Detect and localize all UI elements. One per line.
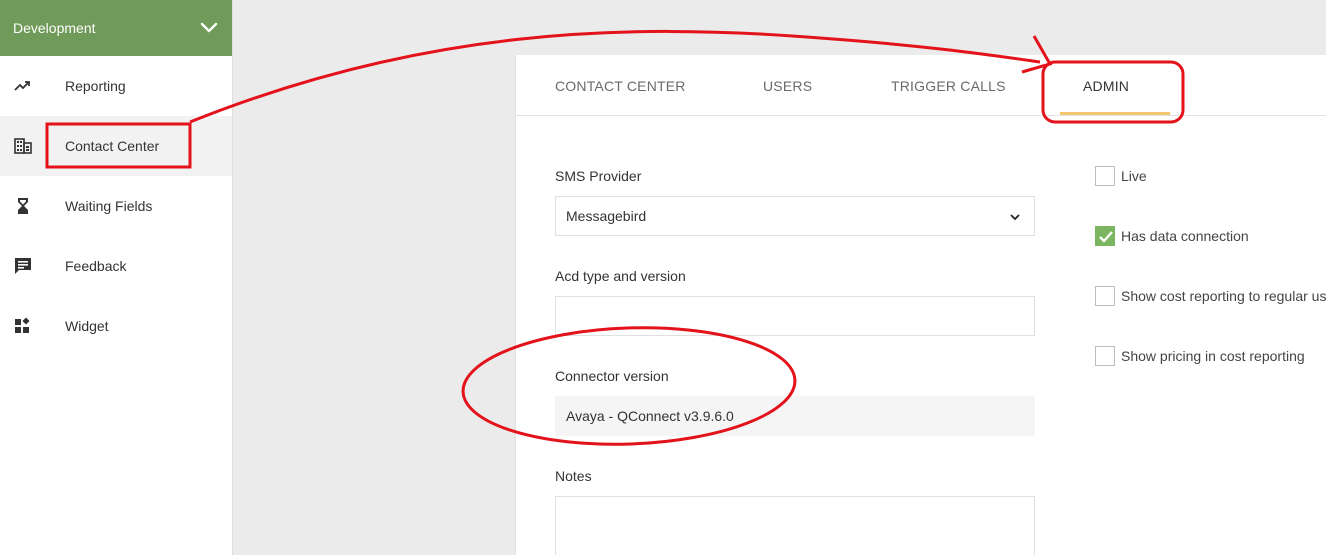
pricing-checkbox-row[interactable]: Show pricing in cost reporting <box>1095 346 1305 366</box>
sidebar-item-label: Waiting Fields <box>65 198 153 214</box>
tab-contact-center[interactable]: CONTACT CENTER <box>555 78 686 94</box>
building-icon <box>14 138 32 154</box>
trending-up-icon <box>14 81 30 91</box>
tab-users[interactable]: USERS <box>763 78 812 94</box>
data-connection-checkbox-row[interactable]: Has data connection <box>1095 226 1249 246</box>
sidebar-item-label: Reporting <box>65 78 126 94</box>
checkbox-label: Has data connection <box>1121 228 1249 244</box>
checkmark-icon <box>1099 231 1113 243</box>
sidebar-item-contact-center[interactable]: Contact Center <box>0 116 232 176</box>
cost-reporting-checkbox[interactable] <box>1095 286 1115 306</box>
sidebar-item-label: Contact Center <box>65 138 160 154</box>
tab-trigger-calls[interactable]: TRIGGER CALLS <box>891 78 1006 94</box>
feedback-icon <box>15 258 31 274</box>
sms-provider-value: Messagebird <box>566 208 647 224</box>
sidebar-item-label: Feedback <box>65 258 127 274</box>
acd-type-input[interactable] <box>555 296 1035 336</box>
chevron-down-icon <box>200 22 218 33</box>
notes-textarea[interactable] <box>555 496 1035 555</box>
pricing-checkbox[interactable] <box>1095 346 1115 366</box>
acd-type-label: Acd type and version <box>555 268 686 284</box>
sidebar: Development Reporting Contact Center Wai… <box>0 0 233 555</box>
active-tab-indicator <box>1060 112 1170 115</box>
cost-reporting-checkbox-row[interactable]: Show cost reporting to regular us <box>1095 286 1326 306</box>
connector-version-value: Avaya - QConnect v3.9.6.0 <box>566 408 734 424</box>
checkbox-label: Live <box>1121 168 1147 184</box>
data-connection-checkbox[interactable] <box>1095 226 1115 246</box>
tab-admin[interactable]: ADMIN <box>1083 78 1129 94</box>
checkbox-label: Show cost reporting to regular us <box>1121 288 1326 304</box>
environment-label: Development <box>13 20 96 36</box>
environment-selector[interactable]: Development <box>0 0 232 56</box>
live-checkbox-row[interactable]: Live <box>1095 166 1147 186</box>
sidebar-item-reporting[interactable]: Reporting <box>0 56 232 116</box>
live-checkbox[interactable] <box>1095 166 1115 186</box>
sidebar-item-widget[interactable]: Widget <box>0 296 232 356</box>
chevron-down-icon <box>1010 214 1020 221</box>
checkbox-label: Show pricing in cost reporting <box>1121 348 1305 364</box>
sidebar-item-waiting-fields[interactable]: Waiting Fields <box>0 176 232 236</box>
tab-bar: CONTACT CENTER USERS TRIGGER CALLS ADMIN <box>516 55 1326 116</box>
widget-icon <box>15 317 30 333</box>
sms-provider-select[interactable]: Messagebird <box>555 196 1035 236</box>
connector-version-field: Avaya - QConnect v3.9.6.0 <box>555 396 1035 436</box>
admin-panel: CONTACT CENTER USERS TRIGGER CALLS ADMIN… <box>515 55 1326 555</box>
hourglass-icon <box>18 198 28 214</box>
sidebar-item-feedback[interactable]: Feedback <box>0 236 232 296</box>
sidebar-item-label: Widget <box>65 318 109 334</box>
notes-label: Notes <box>555 468 592 484</box>
sms-provider-label: SMS Provider <box>555 168 642 184</box>
connector-version-label: Connector version <box>555 368 669 384</box>
